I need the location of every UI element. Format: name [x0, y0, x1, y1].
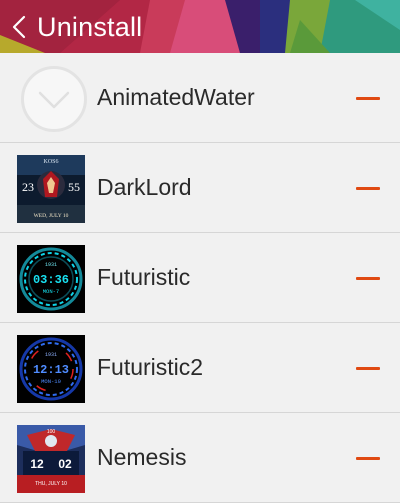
watchface-name: Futuristic2	[97, 354, 204, 380]
minus-icon	[356, 186, 380, 190]
thumb-time-text: 12:13	[33, 363, 69, 377]
minus-icon	[356, 456, 380, 460]
watchface-name: Futuristic	[97, 264, 191, 290]
watchface-thumbnail: 1931 12:13 MON-10	[17, 335, 85, 403]
thumb-top-text: 100	[47, 429, 56, 435]
watchface-thumbnail: 1931 03:36 MON-7	[17, 245, 85, 313]
uninstall-button[interactable]	[354, 85, 382, 111]
minus-icon	[356, 276, 380, 280]
nemesis-thumbnail-image: 100 12 02 THU, JULY 10	[17, 425, 85, 493]
watchface-name: Nemesis	[97, 444, 187, 470]
darklord-thumbnail-image: KOS6 23 55 WED, JULY 10	[17, 155, 85, 223]
thumb-right-number: 55	[68, 180, 80, 194]
page-title: Uninstall	[37, 12, 143, 42]
clock-icon	[38, 91, 70, 109]
watchface-thumbnail: 100 12 02 THU, JULY 10	[17, 425, 85, 493]
uninstall-button[interactable]	[354, 175, 382, 201]
watchface-name: AnimatedWater	[97, 84, 255, 110]
minus-icon	[356, 96, 380, 100]
thumb-top-text: 1931	[45, 262, 57, 268]
minus-icon	[356, 366, 380, 370]
thumb-date-text: MON-7	[43, 288, 60, 295]
futuristic-thumbnail-image: 1931 03:36 MON-7	[17, 245, 85, 313]
list-item[interactable]: 1931 03:36 MON-7 Futuristic	[0, 233, 400, 323]
watchface-list: AnimatedWater KOS6 23 55 WED, JULY 10 Da…	[0, 53, 400, 503]
watchface-name: DarkLord	[97, 174, 192, 200]
watchface-thumbnail	[21, 66, 87, 132]
list-item[interactable]: KOS6 23 55 WED, JULY 10 DarkLord	[0, 143, 400, 233]
chevron-left-icon	[12, 15, 26, 39]
uninstall-button[interactable]	[354, 265, 382, 291]
list-item[interactable]: AnimatedWater	[0, 53, 400, 143]
app-header: Uninstall	[0, 0, 400, 53]
thumb-date-text: WED, JULY 10	[34, 213, 69, 219]
futuristic2-thumbnail-image: 1931 12:13 MON-10	[17, 335, 85, 403]
list-item[interactable]: 100 12 02 THU, JULY 10 Nemesis	[0, 413, 400, 503]
list-item[interactable]: 1931 12:13 MON-10 Futuristic2	[0, 323, 400, 413]
thumb-date-text: MON-10	[41, 378, 61, 385]
thumb-top-text: KOS6	[43, 159, 58, 165]
thumb-left-number: 12	[30, 457, 44, 471]
uninstall-button[interactable]	[354, 445, 382, 471]
thumb-left-number: 23	[22, 180, 34, 194]
watchface-thumbnail: KOS6 23 55 WED, JULY 10	[17, 155, 85, 223]
thumb-time-text: 03:36	[33, 273, 69, 287]
back-button[interactable]	[6, 11, 32, 43]
thumb-top-text: 1931	[45, 352, 57, 358]
thumb-date-text: THU, JULY 10	[35, 481, 67, 487]
uninstall-button[interactable]	[354, 355, 382, 381]
thumb-right-number: 02	[58, 457, 72, 471]
